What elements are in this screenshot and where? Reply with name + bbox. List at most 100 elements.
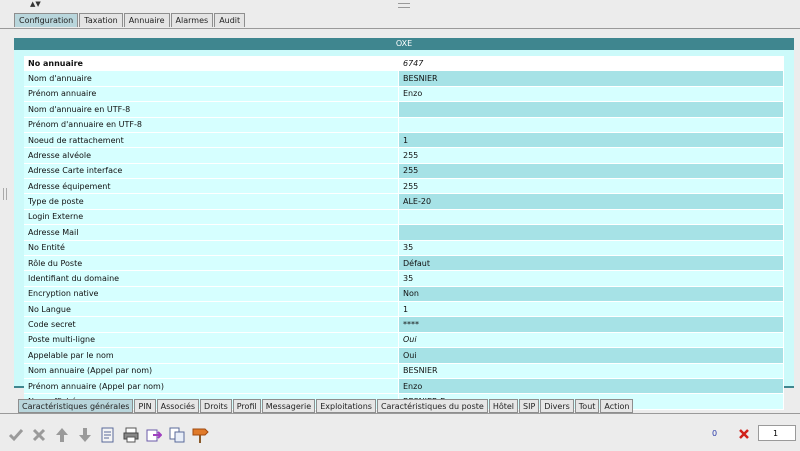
property-label: Adresse alvéole: [24, 147, 399, 164]
table-row[interactable]: Adresse Mail: [24, 224, 784, 241]
signpost-icon[interactable]: [190, 425, 210, 445]
table-row[interactable]: Type de poste ALE-20: [24, 193, 784, 210]
tab-associes[interactable]: Associés: [156, 399, 200, 413]
tab-configuration[interactable]: Configuration: [14, 13, 79, 27]
tab-exploitations[interactable]: Exploitations: [316, 399, 376, 413]
property-value[interactable]: [398, 101, 784, 118]
side-splitter-icon[interactable]: [3, 188, 7, 200]
property-label: Adresse Carte interface: [24, 163, 399, 180]
tab-annuaire[interactable]: Annuaire: [123, 13, 170, 27]
tab-alarmes[interactable]: Alarmes: [170, 13, 214, 27]
property-value[interactable]: Défaut: [398, 255, 784, 272]
table-row[interactable]: Adresse Carte interface 255: [24, 163, 784, 180]
tab-sip[interactable]: SIP: [519, 399, 540, 413]
table-row[interactable]: No Entité 35: [24, 240, 784, 256]
delete-x-icon[interactable]: [738, 428, 750, 440]
table-row[interactable]: Rôle du Poste Défaut: [24, 255, 784, 272]
property-value[interactable]: Enzo: [398, 378, 784, 395]
tab-audit[interactable]: Audit: [214, 13, 246, 27]
table-row[interactable]: Login Externe: [24, 209, 784, 226]
table-row[interactable]: Identifiant du domaine 35: [24, 270, 784, 287]
collapse-arrows-icon[interactable]: ▲▼: [30, 0, 41, 8]
property-label: Nom annuaire (Appel par nom): [24, 363, 399, 379]
table-row[interactable]: Appelable par le nom Oui: [24, 347, 784, 364]
table-row[interactable]: Prénom annuaire Enzo: [24, 86, 784, 103]
property-value[interactable]: ****: [398, 316, 784, 333]
property-label: Appelable par le nom: [24, 347, 399, 364]
tab-divers[interactable]: Divers: [540, 399, 574, 413]
page-number-input[interactable]: [758, 425, 796, 441]
table-row[interactable]: Nom annuaire (Appel par nom) BESNIER: [24, 363, 784, 379]
table-row[interactable]: Nom d'annuaire BESNIER: [24, 70, 784, 87]
tab-tout[interactable]: Tout: [574, 399, 600, 413]
property-value[interactable]: 255: [398, 178, 784, 195]
table-row[interactable]: No annuaire 6747: [24, 56, 784, 72]
property-value[interactable]: [398, 224, 784, 241]
bottom-tab-bar: Caractéristiques générales PIN Associés …: [18, 399, 634, 413]
cancel-x-icon[interactable]: [29, 425, 49, 445]
divider: [0, 28, 800, 29]
property-value[interactable]: BESNIER: [398, 70, 784, 87]
property-label: Nom d'annuaire: [24, 70, 399, 87]
property-value[interactable]: 35: [398, 240, 784, 256]
property-value[interactable]: Oui: [398, 332, 784, 349]
tab-hotel[interactable]: Hôtel: [488, 399, 519, 413]
property-value[interactable]: 1: [398, 301, 784, 318]
property-label: Identifiant du domaine: [24, 270, 399, 287]
property-value[interactable]: BESNIER: [398, 363, 784, 379]
property-value[interactable]: ALE-20: [398, 193, 784, 210]
print-icon[interactable]: [121, 425, 141, 445]
property-value[interactable]: 35: [398, 270, 784, 287]
copy-document-icon[interactable]: [167, 425, 187, 445]
property-value[interactable]: [398, 209, 784, 226]
property-label: Poste multi-ligne: [24, 332, 399, 349]
property-label: Type de poste: [24, 193, 399, 210]
table-row[interactable]: Encryption native Non: [24, 286, 784, 303]
property-label: No annuaire: [24, 56, 399, 72]
top-tab-bar: Configuration Taxation Annuaire Alarmes …: [14, 13, 246, 28]
tab-action[interactable]: Action: [600, 399, 634, 413]
property-label: Rôle du Poste: [24, 255, 399, 272]
property-value[interactable]: Non: [398, 286, 784, 303]
table-row[interactable]: Poste multi-ligne Oui: [24, 332, 784, 349]
tab-profil[interactable]: Profil: [232, 399, 261, 413]
splitter-grip-icon[interactable]: [398, 3, 410, 8]
properties-table: No annuaire 6747 Nom d'annuaire BESNIER Pr…: [24, 56, 784, 410]
property-value[interactable]: 255: [398, 163, 784, 180]
property-value[interactable]: Enzo: [398, 86, 784, 103]
tab-pin[interactable]: PIN: [134, 399, 156, 413]
table-row[interactable]: Prénom d'annuaire en UTF-8: [24, 117, 784, 133]
tab-taxation[interactable]: Taxation: [79, 13, 123, 27]
table-row[interactable]: Nom d'annuaire en UTF-8: [24, 101, 784, 118]
table-row[interactable]: No Langue 1: [24, 301, 784, 318]
property-label: Prénom d'annuaire en UTF-8: [24, 117, 399, 133]
property-label: Code secret: [24, 316, 399, 333]
arrow-up-icon[interactable]: [52, 425, 72, 445]
validate-check-icon[interactable]: [6, 425, 26, 445]
tab-droits[interactable]: Droits: [200, 399, 232, 413]
property-value[interactable]: Oui: [398, 347, 784, 364]
table-row[interactable]: Adresse alvéole 255: [24, 147, 784, 164]
property-label: Login Externe: [24, 209, 399, 226]
action-toolbar: [6, 425, 213, 445]
top-strip: ▲▼: [0, 0, 800, 10]
tab-caracteristiques-generales[interactable]: Caractéristiques générales: [18, 399, 134, 413]
tab-messagerie[interactable]: Messagerie: [261, 399, 316, 413]
property-label: Prénom annuaire: [24, 86, 399, 103]
export-icon[interactable]: [144, 425, 164, 445]
property-label: Noeud de rattachement: [24, 132, 399, 149]
property-label: Prénom annuaire (Appel par nom): [24, 378, 399, 395]
document-edit-icon[interactable]: [98, 425, 118, 445]
property-value[interactable]: 255: [398, 147, 784, 164]
property-label: No Langue: [24, 301, 399, 318]
property-value[interactable]: 6747: [398, 56, 784, 72]
table-row[interactable]: Noeud de rattachement 1: [24, 132, 784, 149]
table-row[interactable]: Prénom annuaire (Appel par nom) Enzo: [24, 378, 784, 395]
tab-caracteristiques-poste[interactable]: Caractéristiques du poste: [376, 399, 488, 413]
table-row[interactable]: Code secret ****: [24, 316, 784, 333]
table-row[interactable]: Adresse équipement 255: [24, 178, 784, 195]
property-label: Adresse Mail: [24, 224, 399, 241]
arrow-down-icon[interactable]: [75, 425, 95, 445]
property-value[interactable]: [398, 117, 784, 133]
property-value[interactable]: 1: [398, 132, 784, 149]
